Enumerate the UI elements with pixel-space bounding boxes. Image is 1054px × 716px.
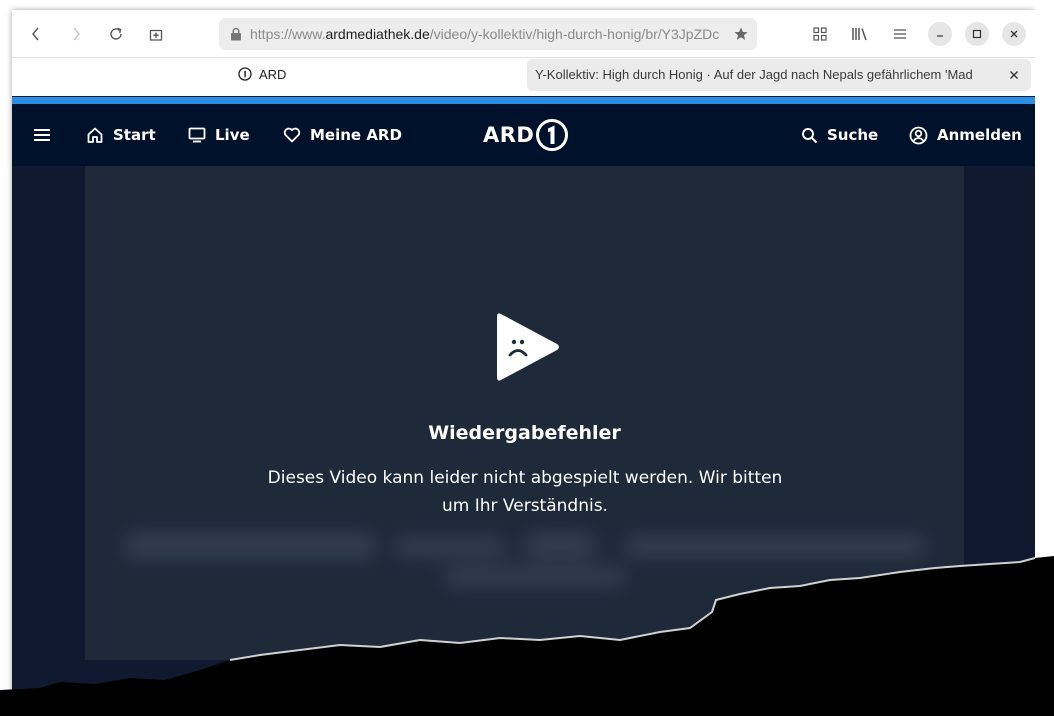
minimize-icon (937, 35, 943, 37)
close-window-button[interactable] (1002, 22, 1026, 46)
lock-icon (231, 27, 241, 41)
back-button[interactable] (22, 20, 50, 48)
grid-button[interactable] (808, 22, 832, 46)
nav-login-label: Anmelden (937, 126, 1022, 144)
nav-start[interactable]: Start (86, 104, 156, 166)
tab-active-title: Y-Kollektiv: High durch Honig · Auf der … (535, 67, 973, 82)
back-icon (32, 27, 39, 41)
tab-bar: ARD Y-Kollektiv: High durch Honig · Auf … (12, 58, 1035, 96)
minimize-button[interactable] (928, 22, 952, 46)
url-bar[interactable]: https://www.ardmediathek.de/video/y-koll… (219, 18, 757, 50)
new-tab-icon (149, 29, 163, 41)
grid-icon (813, 27, 827, 41)
maximize-icon (972, 29, 982, 39)
library-icon (852, 28, 867, 41)
video-player[interactable]: Wiedergabefehler Dieses Video kann leide… (85, 166, 964, 660)
star-icon[interactable] (733, 26, 749, 42)
heart-icon (283, 127, 301, 143)
nav-search[interactable]: Suche (801, 104, 878, 166)
site-header: Start Live Meine ARD ARD Suche Anmelden (12, 104, 1035, 166)
search-icon (802, 127, 818, 143)
url-host: ardmediathek.de (325, 26, 430, 42)
nav-start-label: Start (113, 126, 156, 144)
user-icon (909, 126, 928, 144)
new-tab-button[interactable] (142, 20, 170, 48)
home-icon (87, 127, 103, 143)
tab-ard-label: ARD (259, 66, 287, 82)
url-text: https://www.ardmediathek.de/video/y-koll… (250, 26, 725, 44)
sad-play-icon (497, 313, 559, 381)
ard-favicon-icon (238, 67, 252, 81)
error-message: Dieses Video kann leider nicht abgespiel… (267, 468, 783, 516)
tab-active[interactable]: Y-Kollektiv: High durch Honig · Auf der … (527, 59, 1031, 91)
hamburger-icon (34, 129, 50, 141)
page-load-progress (12, 97, 1035, 104)
maximize-button[interactable] (965, 22, 989, 46)
logo-text: ARD (483, 123, 535, 147)
nav-search-label: Suche (827, 126, 879, 144)
close-icon (1010, 71, 1018, 79)
error-title: Wiedergabefehler (428, 422, 621, 444)
nav-meine-ard[interactable]: Meine ARD (283, 104, 402, 166)
content-area: Wiedergabefehler Dieses Video kann leide… (12, 166, 1035, 716)
reload-button[interactable] (102, 20, 130, 48)
tab-close-button[interactable] (1006, 67, 1022, 83)
browser-window: https://www.ardmediathek.de/video/y-koll… (12, 10, 1035, 716)
nav-live[interactable]: Live (188, 104, 250, 166)
nav-login[interactable]: Anmelden (909, 104, 1022, 166)
library-button[interactable] (848, 22, 872, 46)
tab-ard[interactable]: ARD (238, 58, 518, 90)
browser-toolbar: https://www.ardmediathek.de/video/y-koll… (12, 10, 1035, 58)
ard-logo[interactable]: ARD (483, 118, 569, 152)
url-path: /video/y-kollektiv/high-durch-honig/br/Y… (429, 26, 720, 42)
menu-button[interactable] (888, 22, 912, 46)
ard-one-logo-icon (536, 119, 569, 151)
url-prefix: https://www. (250, 26, 326, 42)
blurred-background (125, 523, 925, 593)
hamburger-menu-button[interactable] (33, 104, 51, 166)
menu-icon (894, 29, 906, 39)
close-icon (1010, 30, 1018, 38)
tv-icon (188, 127, 206, 143)
forward-icon (73, 27, 80, 41)
nav-live-label: Live (215, 126, 250, 144)
nav-meine-ard-label: Meine ARD (310, 126, 402, 144)
forward-button[interactable] (62, 20, 90, 48)
reload-icon (110, 27, 122, 40)
